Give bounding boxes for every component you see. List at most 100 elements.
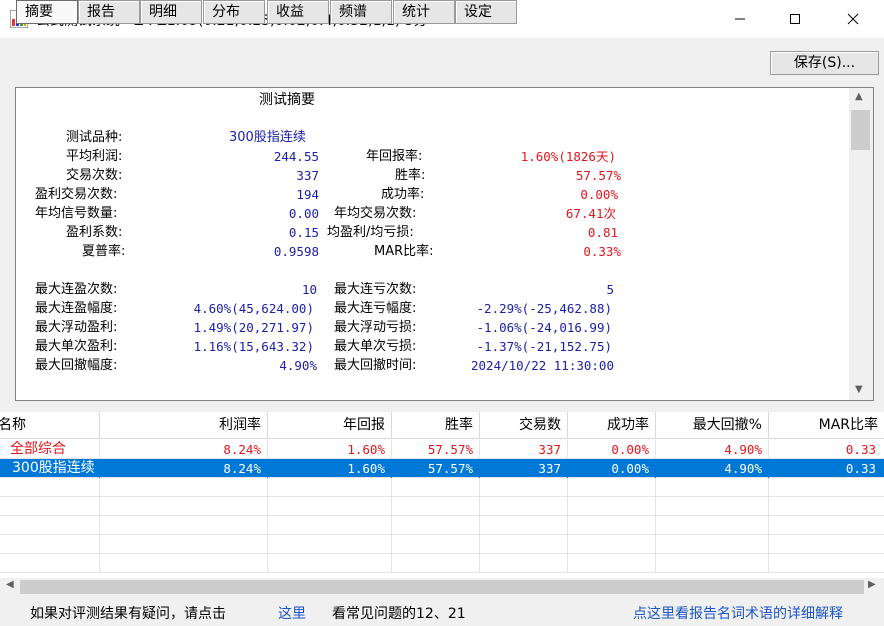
label-max-consec-losses: 最大连亏次数: — [334, 282, 417, 297]
cell-name: 全部综合 — [0, 440, 100, 459]
value-avg-profit: 244.55 — [273, 149, 319, 164]
header-win-rate[interactable]: 胜率 — [392, 412, 480, 439]
label-annual-trades: 年均交易次数: — [334, 206, 417, 221]
value-avg-win-loss: 0.81 — [587, 225, 618, 240]
tab-statistics[interactable]: 统计 — [393, 0, 455, 24]
label-winning-trades: 盈利交易次数: — [35, 187, 118, 202]
cell-profit-rate: 8.24% — [100, 440, 268, 459]
footer-faq-text: 看常见问题的12、21 — [332, 606, 466, 622]
cell-annual-return: 1.60% — [268, 459, 392, 478]
summary-scroll-thumb[interactable] — [851, 110, 870, 150]
minimize-icon — [735, 18, 745, 20]
empty-row — [0, 554, 884, 573]
scroll-left-icon[interactable]: ◀ — [6, 579, 14, 590]
minimize-button[interactable] — [711, 0, 769, 38]
label-max-drawdown: 最大回撤幅度: — [35, 358, 118, 373]
save-button[interactable]: 保存(S)... — [770, 51, 879, 75]
cell-mar: 0.33 — [845, 461, 876, 476]
label-annual-signals: 年均信号数量: — [35, 206, 118, 221]
empty-row — [0, 478, 884, 497]
tab-details[interactable]: 明细 — [140, 0, 202, 24]
tab-returns[interactable]: 收益 — [267, 0, 329, 24]
value-mar: 0.33% — [583, 244, 621, 259]
summary-panel: 测试摘要 测试品种: 300股指连续 平均利润: 244.55 交易次数: 33… — [15, 87, 874, 401]
value-max-consec-losses: 5 — [606, 282, 614, 297]
table-row-selected[interactable]: 300股指连续 8.24% 1.60% 57.57% 337 0.00% 4.9… — [0, 459, 884, 478]
header-name[interactable]: 名称 — [0, 412, 100, 439]
value-max-float-loss: -1.06%(-24,016.99) — [476, 320, 612, 335]
footer-question-text: 如果对评测结果有疑问，请点击 — [30, 606, 226, 622]
value-instrument: 300股指连续 — [229, 130, 306, 145]
label-max-float-loss: 最大浮动亏损: — [334, 320, 417, 335]
cell-max-drawdown: 4.90% — [656, 440, 769, 459]
value-max-consec-wins: 10 — [301, 282, 317, 297]
label-max-drawdown-time: 最大回撤时间: — [334, 358, 417, 373]
summary-heading: 测试摘要 — [259, 92, 315, 108]
label-max-consec-wins: 最大连盈次数: — [35, 282, 118, 297]
cell-trades: 337 — [480, 440, 568, 459]
header-trades[interactable]: 交易数 — [480, 412, 568, 439]
empty-row — [0, 535, 884, 554]
cell-mar: 0.33 — [845, 442, 876, 457]
label-success-rate: 成功率: — [381, 187, 425, 202]
value-annual-signals: 0.00 — [288, 206, 319, 221]
label-profit-factor: 盈利系数: — [66, 225, 123, 240]
label-mar: MAR比率: — [374, 244, 434, 259]
label-max-single-loss: 最大单次亏损: — [334, 339, 417, 354]
close-icon — [847, 13, 859, 25]
glossary-link[interactable]: 点这里看报告名词术语的详细解释 — [633, 603, 843, 623]
value-annual-return: 1.60%(1826天) — [520, 149, 616, 164]
cell-win-rate: 57.57% — [392, 459, 480, 478]
empty-row — [0, 516, 884, 535]
header-annual-return[interactable]: 年回报 — [268, 412, 392, 439]
label-max-float-profit: 最大浮动盈利: — [35, 320, 118, 335]
value-max-float-profit: 1.49%(20,271.97) — [193, 320, 314, 335]
scroll-up-icon[interactable]: ▲ — [855, 91, 863, 102]
label-sharpe: 夏普率: — [82, 244, 126, 259]
tab-spectrum[interactable]: 频谱 — [330, 0, 392, 24]
label-avg-profit: 平均利润: — [66, 149, 123, 164]
scroll-right-icon[interactable]: ▶ — [868, 579, 876, 590]
maximize-icon — [790, 14, 800, 24]
value-annual-trades: 67.41次 — [565, 206, 616, 221]
value-success-rate: 0.00% — [580, 187, 618, 202]
label-instrument: 测试品种: — [66, 130, 123, 145]
value-profit-factor: 0.15 — [288, 225, 319, 240]
empty-row — [0, 497, 884, 516]
cell-profit-rate: 8.24% — [100, 459, 268, 478]
label-win-rate: 胜率: — [395, 168, 426, 183]
table-header: 名称 利润率 年回报 胜率 交易数 成功率 最大回撤% MAR比率 — [0, 412, 884, 439]
value-sharpe: 0.9598 — [273, 244, 319, 259]
header-max-drawdown[interactable]: 最大回撤% — [656, 412, 769, 439]
scroll-down-icon[interactable]: ▼ — [855, 384, 863, 395]
table-scroll-thumb[interactable] — [20, 580, 864, 594]
tab-settings[interactable]: 设定 — [455, 0, 517, 24]
value-max-drawdown: 4.90% — [279, 358, 317, 373]
cell-max-drawdown: 4.90% — [656, 459, 769, 478]
footer: 如果对评测结果有疑问，请点击 这里 看常见问题的12、21 点这里看报告名词术语… — [0, 598, 884, 626]
header-mar[interactable]: MAR比率 — [769, 412, 884, 439]
value-max-consec-win-amt: 4.60%(45,624.00) — [193, 301, 314, 316]
value-trades: 337 — [296, 168, 319, 183]
tab-distribution[interactable]: 分布 — [203, 0, 265, 24]
value-max-consec-loss-amt: -2.29%(-25,462.88) — [476, 301, 612, 316]
results-table: 名称 利润率 年回报 胜率 交易数 成功率 最大回撤% MAR比率 全部综合 8… — [0, 412, 884, 578]
label-max-single-profit: 最大单次盈利: — [35, 339, 118, 354]
here-link[interactable]: 这里 — [278, 603, 306, 623]
label-avg-win-loss: 均盈利/均亏损: — [327, 225, 414, 240]
tab-report[interactable]: 报告 — [78, 0, 140, 24]
tab-summary[interactable]: 摘要 — [16, 0, 78, 24]
label-max-consec-loss-amt: 最大连亏幅度: — [334, 301, 417, 316]
header-profit-rate[interactable]: 利润率 — [100, 412, 268, 439]
value-winning-trades: 194 — [296, 187, 319, 202]
header-success-rate[interactable]: 成功率 — [568, 412, 656, 439]
value-max-single-loss: -1.37%(-21,152.75) — [476, 339, 612, 354]
cell-trades: 337 — [480, 459, 568, 478]
maximize-button[interactable] — [766, 0, 824, 38]
cell-name: 300股指连续 — [4, 459, 100, 478]
table-row[interactable]: 全部综合 8.24% 1.60% 57.57% 337 0.00% 4.90% … — [0, 440, 884, 459]
value-win-rate: 57.57% — [575, 168, 621, 183]
cell-success-rate: 0.00% — [568, 440, 656, 459]
cell-success-rate: 0.00% — [568, 459, 656, 478]
close-button[interactable] — [824, 0, 882, 38]
